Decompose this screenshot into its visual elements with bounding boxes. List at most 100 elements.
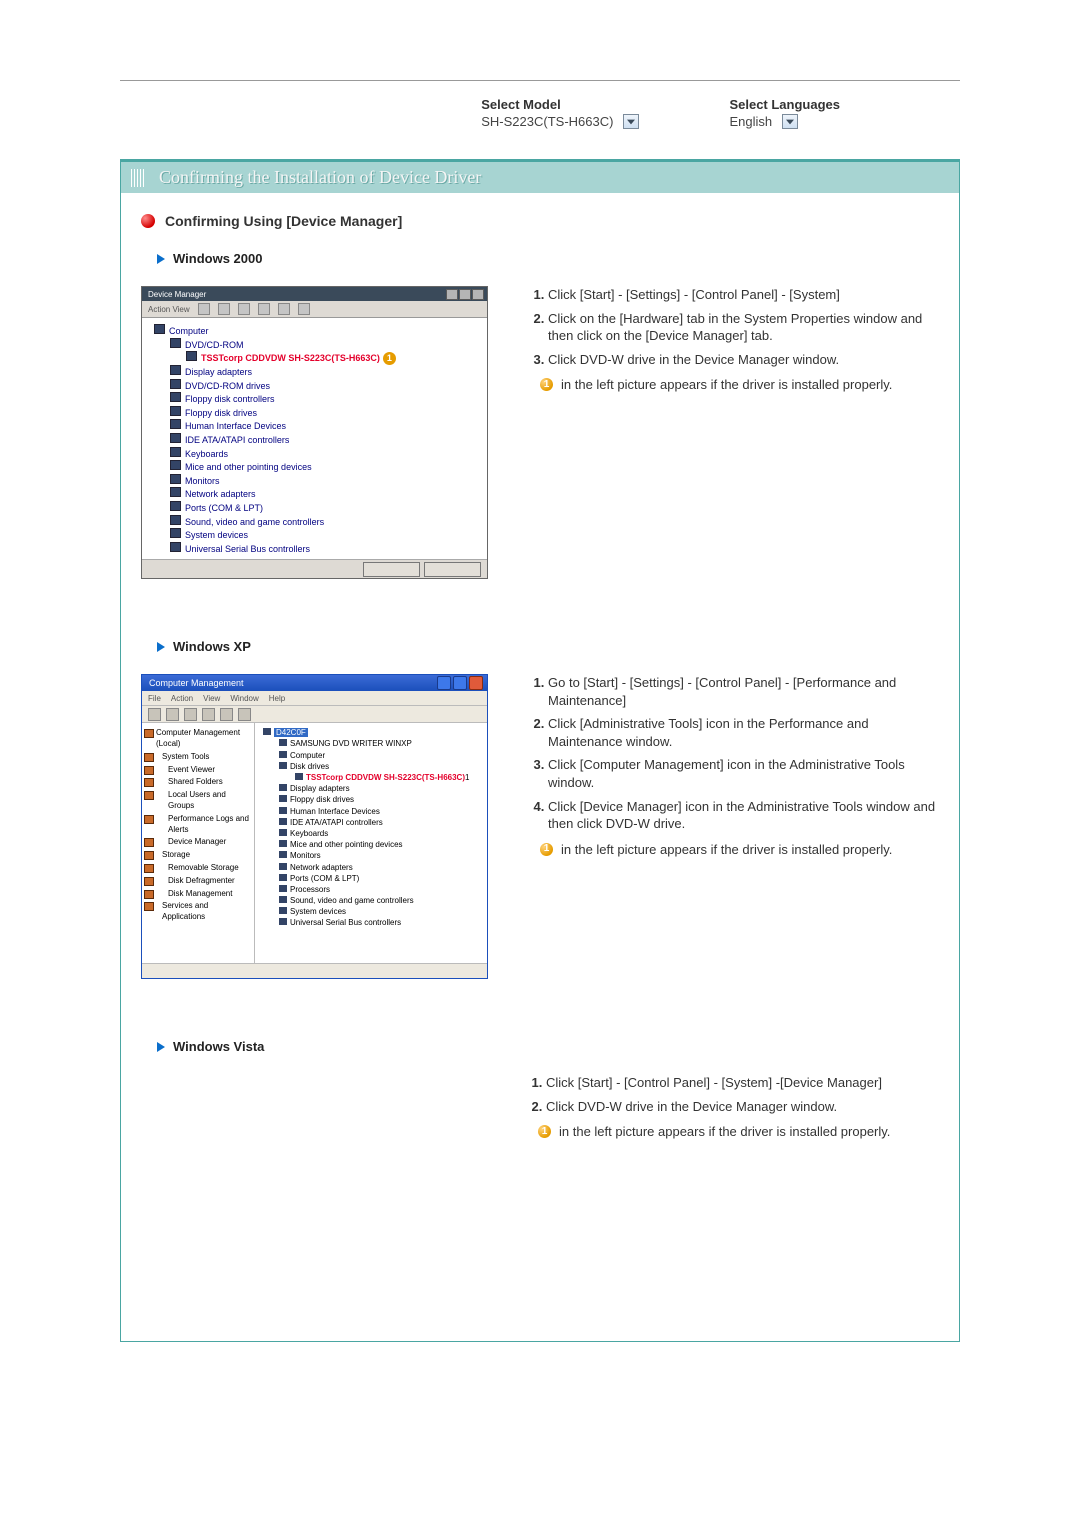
language-dropdown-icon[interactable] xyxy=(782,114,798,129)
xp-device: TSSTcorp CDDVDW SH-S223C(TS-H663C) xyxy=(306,773,465,782)
xp-left-item: Services and Applications xyxy=(144,900,252,924)
device-icon xyxy=(170,392,181,402)
toolbar-icon xyxy=(238,303,250,315)
instructions-vista: Click [Start] - [Control Panel] - [Syste… xyxy=(526,1074,939,1141)
model-label: Select Model xyxy=(481,97,639,112)
xp-tree-item: Universal Serial Bus controllers xyxy=(290,918,401,927)
device-icon xyxy=(279,807,287,814)
heading-winxp: Windows XP xyxy=(157,639,959,654)
device-icon xyxy=(170,542,181,552)
selector-bar: Select Model SH-S223C(TS-H663C) Select L… xyxy=(0,89,1080,159)
model-dropdown-icon[interactable] xyxy=(623,114,639,129)
toolbar-icon xyxy=(148,708,161,721)
device-icon xyxy=(170,379,181,389)
xp-left-item: Local Users and Groups xyxy=(144,789,252,813)
xp-menu-item: File xyxy=(148,694,161,703)
tree-item: DVD/CD-ROM drives xyxy=(185,381,270,391)
xp-left-item: Event Viewer xyxy=(144,764,252,777)
xp-tree-item: Mice and other pointing devices xyxy=(290,840,403,849)
drive-icon xyxy=(186,351,197,361)
sub-title-winxp: Windows XP xyxy=(173,639,251,654)
section-heading: Confirming Using [Device Manager] xyxy=(165,213,402,229)
win2000-button-row xyxy=(142,559,487,578)
toolbar-icon xyxy=(166,708,179,721)
xp-left-item: System Tools xyxy=(144,751,252,764)
drive-icon xyxy=(295,773,303,780)
tree-item: Ports (COM & LPT) xyxy=(185,503,263,513)
proper-text: in the left picture appears if the drive… xyxy=(561,376,892,394)
proper-text: in the left picture appears if the drive… xyxy=(561,841,892,859)
callout-1-icon: 1 xyxy=(538,1125,551,1138)
arrow-icon xyxy=(157,642,165,652)
xp-menubar: File Action View Window Help xyxy=(142,691,487,706)
device-icon xyxy=(170,528,181,538)
win2000-tree: Computer DVD/CD-ROM TSSTcorp CDDVDW SH-S… xyxy=(142,318,487,559)
xp-tree-item: Keyboards xyxy=(290,829,328,838)
xp-tree-item: SAMSUNG DVD WRITER WINXP xyxy=(290,739,412,748)
step-item: Click on the [Hardware] tab in the Syste… xyxy=(548,310,939,345)
content-frame: Confirming the Installation of Device Dr… xyxy=(120,159,960,1342)
device-icon xyxy=(279,907,287,914)
win2000-titlebar: Device Manager xyxy=(142,287,487,301)
toolbar-icon xyxy=(202,708,215,721)
xp-left-item: Storage xyxy=(144,849,252,862)
xp-left-item: Device Manager xyxy=(144,836,252,849)
xp-tree-item: Floppy disk drives xyxy=(290,795,354,804)
device-icon xyxy=(279,829,287,836)
xp-tree-item: Display adapters xyxy=(290,784,350,793)
xp-tree-item: Sound, video and game controllers xyxy=(290,896,414,905)
tree-item: System devices xyxy=(185,530,248,540)
device-icon xyxy=(279,896,287,903)
xp-menu-item: Action xyxy=(171,694,193,703)
win2000-window-title: Device Manager xyxy=(145,290,206,299)
arrow-icon xyxy=(157,1042,165,1052)
language-selector-group: Select Languages English xyxy=(729,97,840,129)
proper-text: in the left picture appears if the drive… xyxy=(559,1123,890,1141)
device-icon xyxy=(279,795,287,802)
toolbar-icon xyxy=(278,303,290,315)
tree-item: Network adapters xyxy=(185,489,256,499)
xp-menu-item: Help xyxy=(269,694,285,703)
xp-left-item: Computer Management (Local) xyxy=(144,727,252,751)
device-icon xyxy=(170,433,181,443)
minimize-icon xyxy=(437,676,451,690)
language-label: Select Languages xyxy=(729,97,840,112)
device-icon xyxy=(279,762,287,769)
xp-left-item: Disk Defragmenter xyxy=(144,875,252,888)
step-item: Click [Administrative Tools] icon in the… xyxy=(548,715,939,750)
xp-left-tree: Computer Management (Local) System Tools… xyxy=(142,723,255,963)
callout-1-icon: 1 xyxy=(540,378,553,391)
maximize-icon xyxy=(459,289,471,300)
close-icon xyxy=(472,289,484,300)
top-rule xyxy=(120,80,960,81)
device-icon xyxy=(170,460,181,470)
win2000-menus: Action View xyxy=(148,305,190,314)
device-icon xyxy=(279,818,287,825)
language-value: English xyxy=(729,114,772,129)
callout-1-icon: 1 xyxy=(465,773,469,782)
screenshot-win2000: Device Manager Action View xyxy=(141,286,488,579)
page-title-bar: Confirming the Installation of Device Dr… xyxy=(121,162,959,193)
dialog-button xyxy=(363,562,420,577)
toolbar-icon xyxy=(218,303,230,315)
tree-item: Sound, video and game controllers xyxy=(185,517,324,527)
xp-root-selected: D42C0F xyxy=(274,728,308,737)
toolbar-icon xyxy=(198,303,210,315)
xp-menu-item: View xyxy=(203,694,220,703)
tree-item: Display adapters xyxy=(185,367,252,377)
xp-titlebar: Computer Management xyxy=(142,675,487,691)
sub-title-win2000: Windows 2000 xyxy=(173,251,262,266)
xp-menu-item: Window xyxy=(230,694,258,703)
tree-device: TSSTcorp CDDVDW SH-S223C(TS-H663C) xyxy=(201,353,380,363)
toolbar-icon xyxy=(238,708,251,721)
step-item: Click [Start] - [Settings] - [Control Pa… xyxy=(548,286,939,304)
xp-tree-item: Monitors xyxy=(290,851,321,860)
device-icon xyxy=(279,863,287,870)
device-icon xyxy=(170,419,181,429)
xp-tree-item: IDE ATA/ATAPI controllers xyxy=(290,818,383,827)
dialog-button xyxy=(424,562,481,577)
toolbar-icon xyxy=(298,303,310,315)
proper-note: 1 in the left picture appears if the dri… xyxy=(540,376,939,394)
arrow-icon xyxy=(157,254,165,264)
tree-dvdcdrom: DVD/CD-ROM xyxy=(185,340,244,350)
